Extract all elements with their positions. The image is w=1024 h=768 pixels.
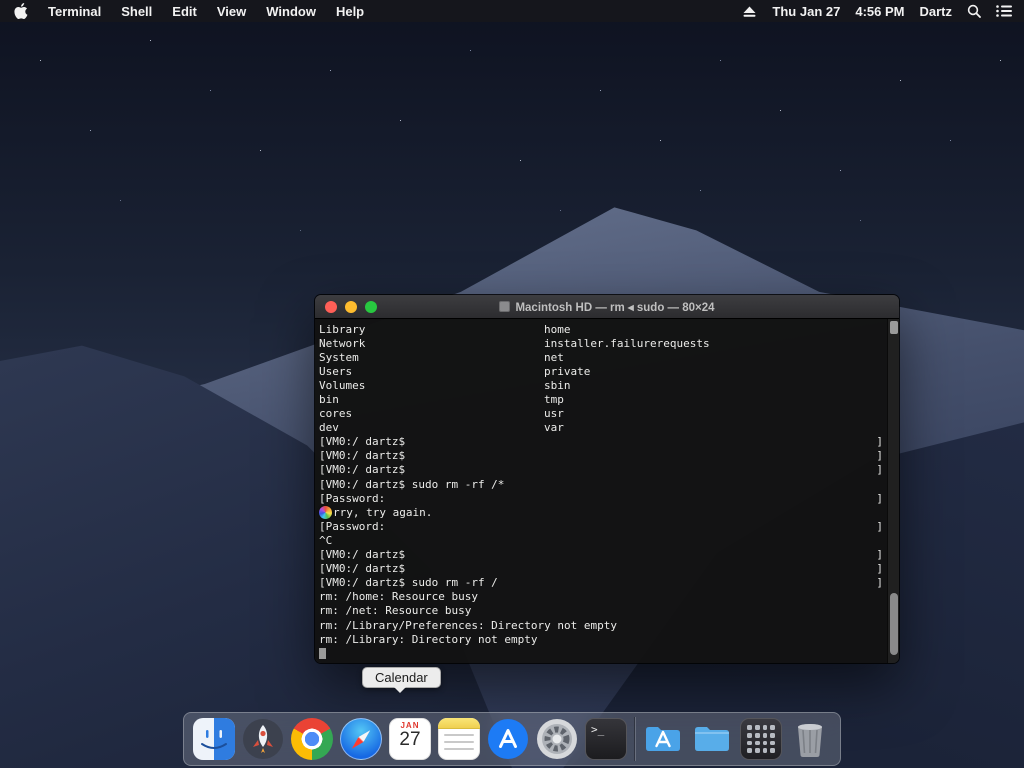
menu-item-view[interactable]: View xyxy=(217,4,246,19)
calendar-icon[interactable]: JAN 27 xyxy=(389,718,431,760)
terminal-line: [VM0:/ dartz$] xyxy=(319,562,883,576)
tooltip-arrow xyxy=(394,687,406,699)
system-preferences-icon[interactable] xyxy=(536,718,578,760)
terminal-line: [VM0:/ dartz$] xyxy=(319,463,883,477)
calendar-day: 27 xyxy=(399,729,421,750)
tooltip-label: Calendar xyxy=(362,667,441,688)
terminal-line: Network installer.failurerequests xyxy=(319,336,710,350)
finder-icon[interactable] xyxy=(193,718,235,760)
terminal-line: Volumes sbin xyxy=(319,378,571,392)
terminal-scrollbar[interactable] xyxy=(887,319,899,663)
terminal-line: ^C xyxy=(319,533,333,547)
dock-tooltip: Calendar xyxy=(362,667,441,699)
terminal-line: rm: /Library/Preferences: Directory not … xyxy=(319,618,618,632)
terminal-line: dev var xyxy=(319,421,564,435)
terminal-line: [Password:] xyxy=(319,519,883,533)
terminal-line: [VM0:/ dartz$] xyxy=(319,548,883,562)
terminal-line: System net xyxy=(319,350,564,364)
scrollbar-top-box[interactable] xyxy=(890,321,898,334)
app-store-icon[interactable] xyxy=(487,718,529,760)
beachball-icon xyxy=(319,505,332,519)
terminal-app-icon[interactable]: >_ xyxy=(585,718,627,760)
terminal-line: Library home xyxy=(319,322,571,336)
terminal-line: cores usr xyxy=(319,407,564,421)
applications-folder-icon[interactable] xyxy=(642,718,684,760)
terminal-lines: Library home Network installer.failurereque… xyxy=(319,322,883,660)
terminal-line: Users private xyxy=(319,364,591,378)
terminal-line: [VM0:/ dartz$ sudo rm -rf /] xyxy=(319,576,883,590)
minimize-button[interactable] xyxy=(345,300,357,313)
menu-app-name[interactable]: Terminal xyxy=(48,4,101,19)
window-title: Macintosh HD — rm ◂ sudo — 80×24 xyxy=(515,301,715,314)
trash-icon[interactable] xyxy=(789,718,831,760)
menu-bar: Terminal Shell Edit View Window Help Thu… xyxy=(0,0,1024,22)
dock-separator xyxy=(634,717,635,761)
terminal-line: rry, try again. xyxy=(319,505,883,519)
terminal-line: [Password:] xyxy=(319,491,883,505)
menu-clock-date[interactable]: Thu Jan 27 xyxy=(772,4,840,19)
safari-icon[interactable] xyxy=(340,718,382,760)
eject-icon[interactable] xyxy=(742,5,757,18)
window-proxy-icon xyxy=(499,301,511,312)
notification-center-icon[interactable] xyxy=(996,5,1012,17)
terminal-window: Macintosh HD — rm ◂ sudo — 80×24 Library… xyxy=(315,295,899,663)
chrome-icon[interactable] xyxy=(291,718,333,760)
dock: JAN 27 >_ xyxy=(183,712,841,766)
menu-item-window[interactable]: Window xyxy=(266,4,316,19)
menu-user-name[interactable]: Dartz xyxy=(919,4,952,19)
spotlight-search-icon[interactable] xyxy=(967,4,981,18)
close-button[interactable] xyxy=(325,300,337,313)
terminal-line: bin tmp xyxy=(319,393,564,407)
terminal-body[interactable]: Library home Network installer.failurereque… xyxy=(315,319,899,663)
terminal-line: [VM0:/ dartz$] xyxy=(319,449,883,463)
menu-item-help[interactable]: Help xyxy=(336,4,364,19)
zoom-button[interactable] xyxy=(365,300,377,313)
scrollbar-thumb[interactable] xyxy=(890,593,898,655)
menu-clock-time[interactable]: 4:56 PM xyxy=(855,4,904,19)
terminal-cursor xyxy=(319,647,326,659)
notes-icon[interactable] xyxy=(438,718,480,760)
terminal-line: [VM0:/ dartz$ sudo rm -rf /* xyxy=(319,477,505,491)
terminal-glyph: >_ xyxy=(585,718,627,760)
documents-folder-icon[interactable] xyxy=(691,718,733,760)
terminal-line xyxy=(319,646,883,660)
terminal-titlebar[interactable]: Macintosh HD — rm ◂ sudo — 80×24 xyxy=(315,295,899,319)
terminal-line: rm: /home: Resource busy xyxy=(319,590,478,604)
terminal-line: rm: /net: Resource busy xyxy=(319,604,472,618)
apple-logo-icon[interactable] xyxy=(14,3,28,19)
terminal-line: rm: /Library: Directory not empty xyxy=(319,632,538,646)
menu-item-shell[interactable]: Shell xyxy=(121,4,152,19)
launchpad-rocket-icon[interactable] xyxy=(242,718,284,760)
apps-stack-icon[interactable] xyxy=(740,718,782,760)
terminal-line: [VM0:/ dartz$] xyxy=(319,435,883,449)
menu-item-edit[interactable]: Edit xyxy=(172,4,197,19)
